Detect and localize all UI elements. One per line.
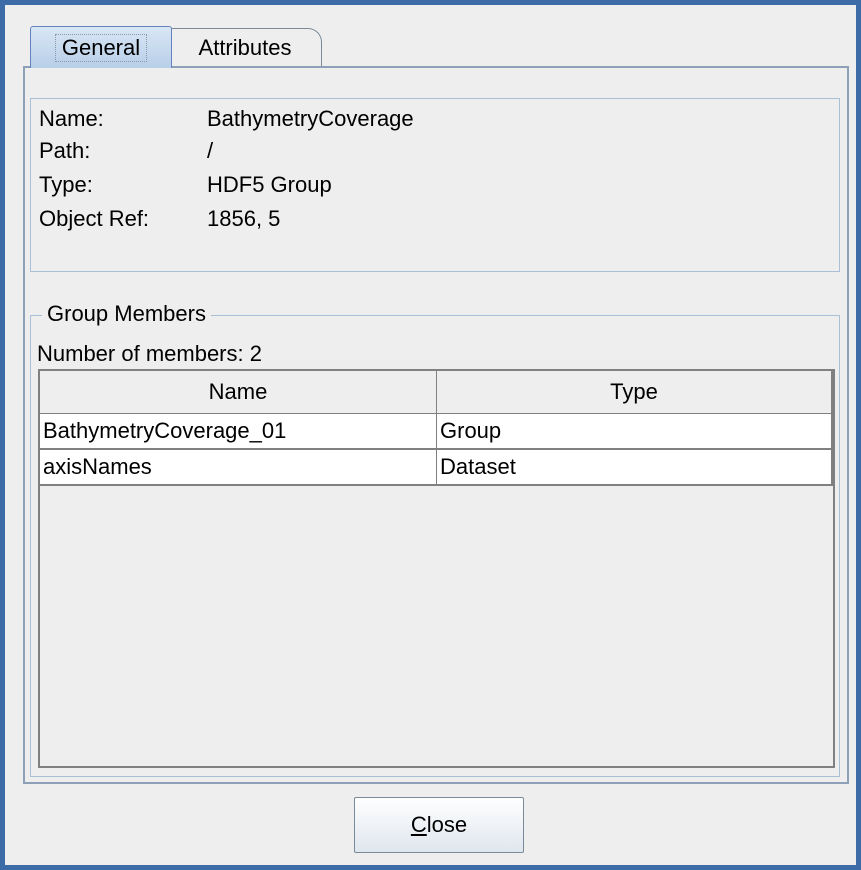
member-name-cell[interactable]: axisNames — [40, 450, 437, 484]
members-table[interactable]: Name Type BathymetryCoverage_01 Group ax… — [38, 369, 835, 768]
members-table-header: Name Type — [40, 371, 833, 414]
object-info-panel: Name: BathymetryCoverage Path: / Type: H… — [30, 98, 840, 272]
path-value: / — [207, 138, 214, 163]
name-value: BathymetryCoverage — [207, 106, 414, 131]
name-label: Name: — [39, 106, 104, 131]
object-ref-value: 1856, 5 — [207, 206, 281, 231]
tab-general[interactable]: General — [30, 26, 172, 68]
type-value: HDF5 Group — [207, 172, 332, 197]
tab-attributes[interactable]: Attributes — [168, 28, 322, 66]
table-row[interactable]: BathymetryCoverage_01 Group — [40, 414, 833, 450]
member-name-cell[interactable]: BathymetryCoverage_01 — [40, 414, 437, 448]
tab-attributes-label: Attributes — [198, 34, 292, 60]
close-button-mnemonic: C — [410, 812, 427, 837]
close-button-label: lose — [426, 812, 468, 837]
member-type-cell[interactable]: Dataset — [437, 450, 833, 484]
object-ref-label: Object Ref: — [39, 206, 150, 231]
column-header-name[interactable]: Name — [40, 371, 437, 413]
member-count: Number of members: 2 — [37, 341, 262, 366]
tab-general-label: General — [54, 33, 148, 62]
type-label: Type: — [39, 172, 93, 197]
group-members-legend: Group Members — [42, 300, 211, 328]
close-button[interactable]: Close — [354, 797, 524, 853]
path-label: Path: — [39, 138, 91, 163]
column-header-type[interactable]: Type — [437, 371, 833, 413]
member-type-cell[interactable]: Group — [437, 414, 833, 448]
table-row[interactable]: axisNames Dataset — [40, 450, 833, 486]
